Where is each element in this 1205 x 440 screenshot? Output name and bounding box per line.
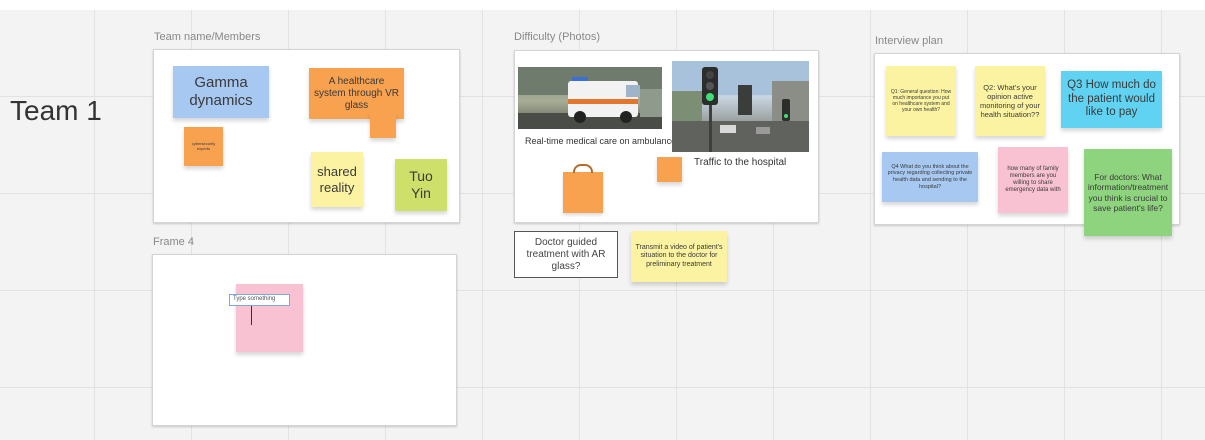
team-title[interactable]: Team 1 — [10, 95, 102, 127]
text-cursor — [251, 306, 252, 325]
sticky-note-cybersecurity[interactable]: cybersecurity experts — [184, 127, 223, 166]
frame-label-team[interactable]: Team name/Members — [154, 31, 260, 43]
frame-label-interview[interactable]: Interview plan — [875, 35, 943, 47]
top-bar — [0, 0, 1205, 10]
sticky-note-family-members[interactable]: how many of family members are you willi… — [998, 147, 1068, 213]
sticky-note-small-orange-2[interactable] — [657, 157, 682, 182]
frame-label-difficulty[interactable]: Difficulty (Photos) — [514, 31, 600, 43]
sticky-note-small-orange[interactable] — [370, 112, 396, 138]
sticky-note-doctors[interactable]: For doctors: What information/treatment … — [1084, 149, 1172, 236]
sticky-note-q3[interactable]: Q3 How much do the patient would like to… — [1061, 71, 1162, 128]
sticky-note-transmit-video[interactable]: Transmit a video of patient's situation … — [631, 231, 727, 282]
traffic-illustration — [672, 61, 809, 152]
sticky-note-q2[interactable]: Q2: What's your opinion active monitorin… — [975, 66, 1045, 136]
ambulance-photo[interactable] — [518, 67, 662, 129]
traffic-photo[interactable] — [672, 61, 809, 152]
photo-caption-ambulance[interactable]: Real-time medical care on ambulance — [525, 136, 676, 146]
shopping-bag-handle — [573, 164, 593, 173]
sticky-note-tuo-yin[interactable]: Tuo Yin — [395, 159, 447, 211]
ambulance-illustration — [518, 67, 662, 129]
doctor-guided-textbox[interactable]: Doctor guided treatment with AR glass? — [514, 231, 618, 278]
sticky-note-q4[interactable]: Q4 What do you think about the privacy r… — [882, 152, 978, 202]
photo-caption-traffic[interactable]: Traffic to the hospital — [694, 157, 786, 168]
sticky-note-shared-reality[interactable]: shared reality — [311, 152, 363, 207]
shopping-bag-shape[interactable] — [563, 164, 603, 213]
sticky-note-gamma-dynamics[interactable]: Gamma dynamics — [173, 66, 269, 118]
sticky-text-input[interactable]: Type something — [229, 294, 290, 306]
frame-label-frame4[interactable]: Frame 4 — [153, 236, 194, 248]
frame-4[interactable] — [152, 254, 457, 426]
sticky-note-q1[interactable]: Q1: General question: How much importanc… — [886, 66, 956, 136]
